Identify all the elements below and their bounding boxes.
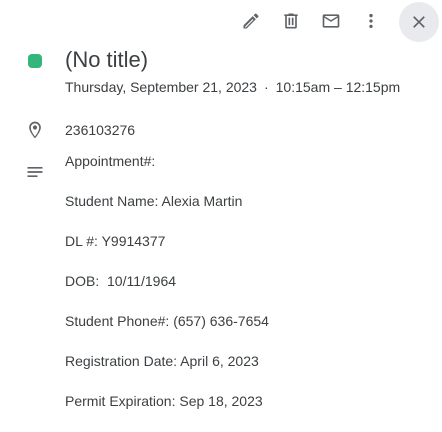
event-location: 236103276	[65, 122, 136, 138]
description-line: Appointment#:	[65, 153, 156, 169]
calendar-color-swatch	[28, 54, 42, 68]
email-guests-button[interactable]	[314, 4, 348, 38]
description-line: Student Name: Alexia Martin	[65, 193, 243, 209]
location-icon-wrap	[25, 120, 45, 140]
description-icon	[27, 167, 43, 177]
delete-icon	[284, 13, 298, 29]
more-options-button[interactable]	[354, 4, 388, 38]
event-toolbar	[0, 0, 442, 44]
description-line: DL #: Y9914377	[65, 233, 166, 249]
delete-button[interactable]	[274, 4, 308, 38]
description-line: DOB: 10/11/1964	[65, 273, 177, 289]
event-description: Appointment#: Student Name: Alexia Marti…	[65, 152, 269, 432]
location-pin-icon	[29, 121, 41, 139]
description-icon-wrap	[25, 162, 45, 182]
description-line: Student Phone#: (657) 636-7654	[65, 313, 269, 329]
description-line: Permit Expiration: Sep 18, 2023	[65, 393, 263, 409]
edit-button[interactable]	[234, 4, 268, 38]
close-button[interactable]	[399, 2, 439, 42]
description-line: Registration Date: April 6, 2023	[65, 353, 259, 369]
more-options-icon	[369, 13, 373, 29]
event-datetime: Thursday, September 21, 2023 · 10:15am – 1…	[65, 78, 400, 96]
edit-icon	[243, 13, 259, 29]
event-title: (No title)	[65, 47, 149, 72]
email-icon	[322, 14, 340, 28]
event-time: 10:15am – 12:15pm	[275, 79, 401, 95]
datetime-separator: ·	[263, 79, 269, 95]
event-date: Thursday, September 21, 2023	[65, 79, 257, 95]
close-icon	[413, 16, 425, 28]
